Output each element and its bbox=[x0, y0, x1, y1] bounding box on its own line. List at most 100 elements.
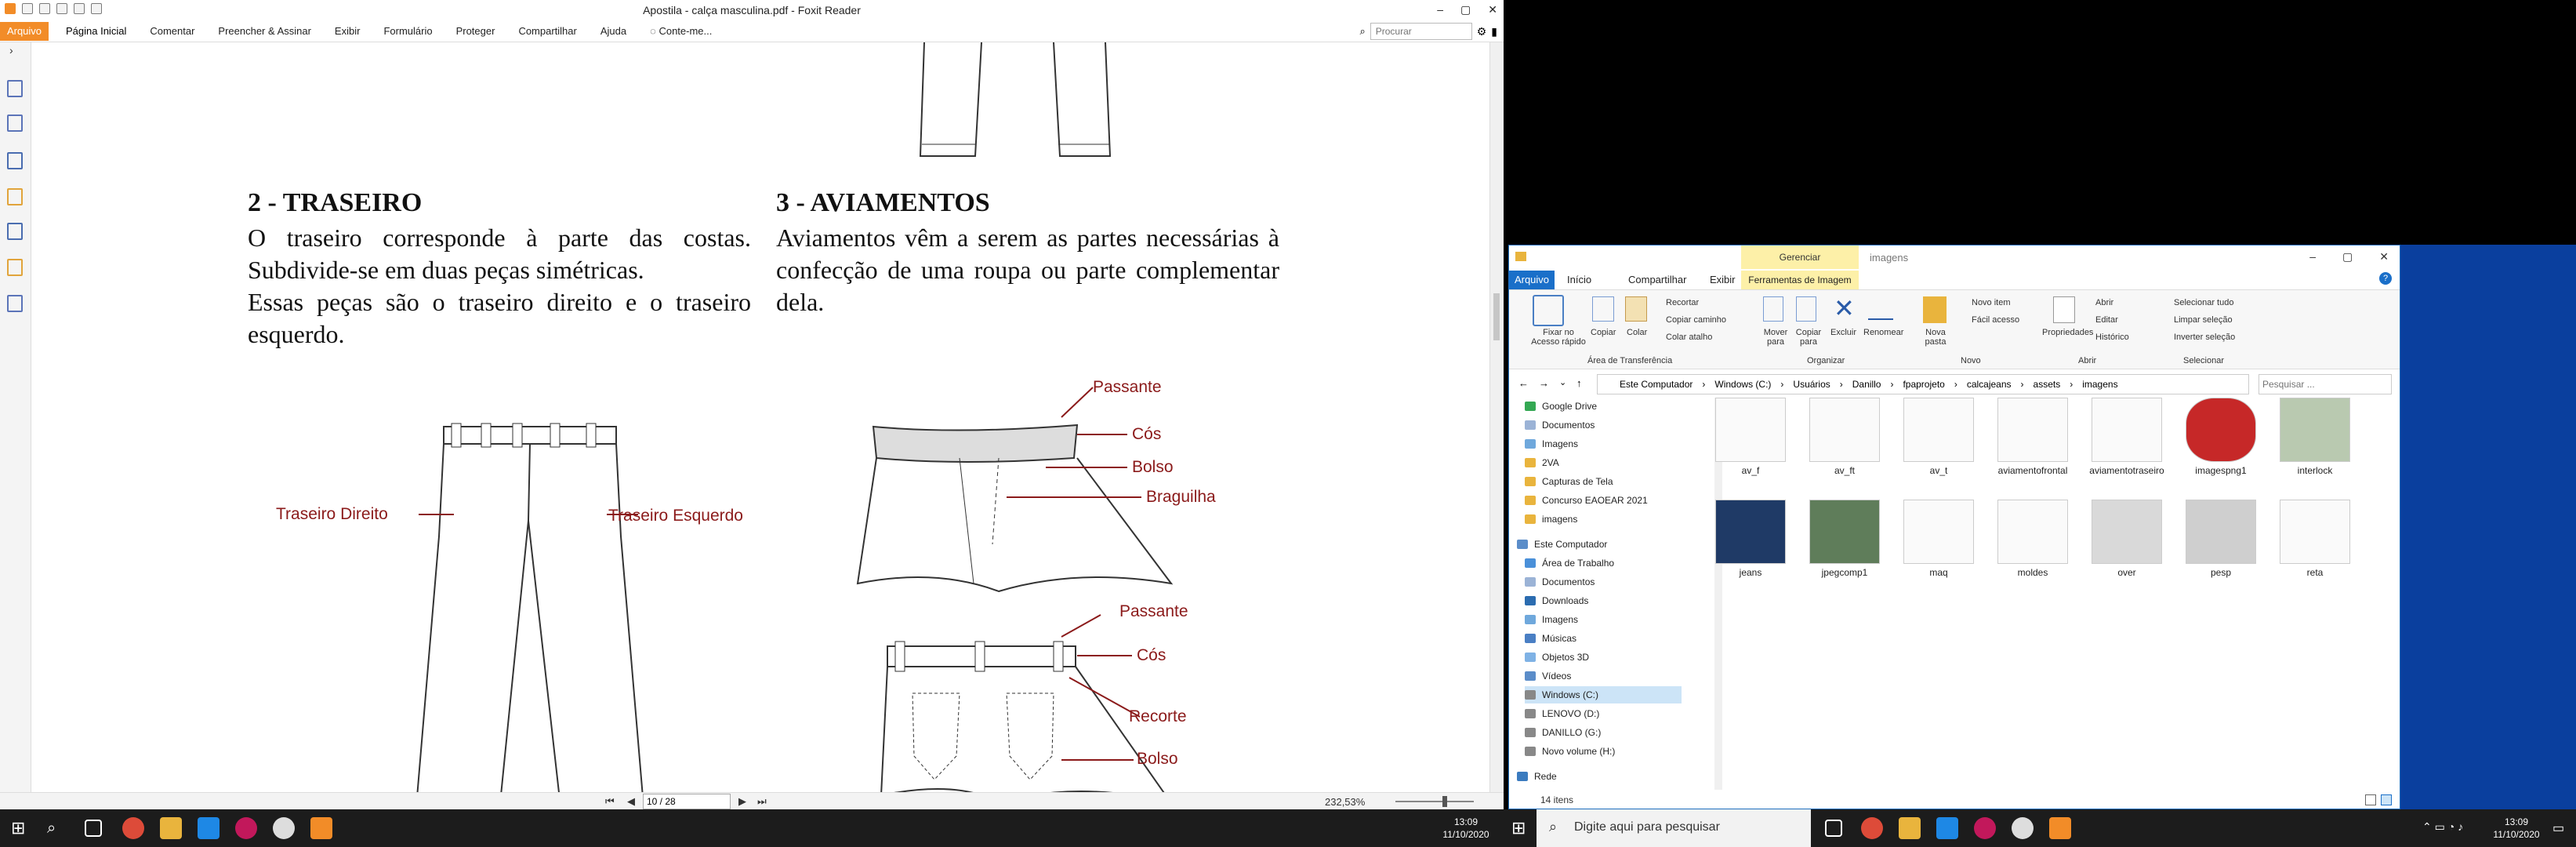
breadcrumb-assets[interactable]: assets bbox=[2034, 379, 2061, 390]
nav-documentos-quick[interactable]: Documentos bbox=[1525, 416, 1595, 434]
nav-network[interactable]: Rede bbox=[1517, 768, 1557, 785]
copy-to-icon[interactable] bbox=[1796, 296, 1816, 322]
user-icon[interactable]: ▮ bbox=[1491, 25, 1497, 38]
minimize-button[interactable]: – bbox=[2309, 250, 2316, 264]
tab-fill-sign[interactable]: Preencher & Assinar bbox=[218, 25, 311, 37]
first-page-button[interactable]: ⏮ bbox=[605, 795, 615, 808]
pages-panel-icon[interactable] bbox=[7, 115, 23, 132]
nav-novo-volume-h[interactable]: Novo volume (H:) bbox=[1525, 743, 1615, 760]
last-page-button[interactable]: ⏭ bbox=[757, 795, 767, 808]
file-item[interactable]: over bbox=[2088, 500, 2166, 579]
copy-button[interactable]: Copiar bbox=[1591, 328, 1616, 337]
foxit-taskbar-icon[interactable] bbox=[2049, 817, 2071, 839]
context-tab-manage[interactable]: Gerenciar bbox=[1741, 245, 1859, 269]
edit-button[interactable]: Editar bbox=[2095, 315, 2118, 325]
foxit-taskbar-icon[interactable] bbox=[310, 817, 332, 839]
expand-panel-icon[interactable]: › bbox=[9, 44, 13, 56]
nav-objetos-3d[interactable]: Objetos 3D bbox=[1525, 649, 1589, 666]
nav-concurso[interactable]: Concurso EAOEAR 2021 bbox=[1525, 492, 1648, 509]
file-item[interactable]: aviamentotraseiro bbox=[2088, 398, 2166, 477]
tab-view[interactable]: Exibir bbox=[1710, 274, 1736, 285]
taskbar-search-box[interactable]: ⌕ Digite aqui para pesquisar bbox=[1537, 809, 1811, 847]
system-tray-icons[interactable]: ⌃ ▭ ◔ ♪ bbox=[2422, 820, 2463, 834]
app-icon[interactable] bbox=[1974, 817, 1996, 839]
tab-home[interactable]: Início bbox=[1567, 274, 1591, 285]
file-item[interactable]: maq bbox=[1899, 500, 1978, 579]
copy-to-button[interactable]: Copiar para bbox=[1791, 328, 1826, 347]
tab-share[interactable]: Compartilhar bbox=[1628, 274, 1686, 285]
security-panel-icon[interactable] bbox=[7, 259, 23, 276]
maximize-button[interactable]: ▢ bbox=[2342, 250, 2353, 264]
file-item[interactable]: moldes bbox=[1994, 500, 2072, 579]
page-number-field[interactable] bbox=[643, 794, 731, 809]
select-none-button[interactable]: Limpar seleção bbox=[2174, 315, 2233, 325]
chrome-icon[interactable] bbox=[122, 817, 144, 839]
comments-panel-icon[interactable] bbox=[7, 188, 23, 205]
nav-lenovo-d[interactable]: LENOVO (D:) bbox=[1525, 705, 1599, 722]
signature-panel-icon[interactable] bbox=[7, 295, 23, 312]
tab-share[interactable]: Compartilhar bbox=[518, 25, 576, 37]
maximize-button[interactable]: ▢ bbox=[1460, 3, 1471, 16]
breadcrumb-usuarios[interactable]: Usuários bbox=[1793, 379, 1830, 390]
paste-shortcut-button[interactable]: Colar atalho bbox=[1666, 333, 1712, 342]
nav-imagens-folder[interactable]: imagens bbox=[1525, 511, 1577, 528]
delete-button[interactable]: Excluir bbox=[1830, 328, 1856, 337]
new-folder-icon[interactable] bbox=[1923, 296, 1947, 323]
back-arrow-icon[interactable]: ← bbox=[1518, 377, 1529, 389]
task-view-icon[interactable] bbox=[85, 820, 102, 837]
copy-path-button[interactable]: Copiar caminho bbox=[1666, 315, 1726, 325]
new-folder-button[interactable]: Nova pasta bbox=[1920, 328, 1951, 347]
nav-imagens-quick[interactable]: Imagens bbox=[1525, 435, 1578, 453]
explorer-search-input[interactable] bbox=[2259, 374, 2392, 394]
tab-picture-tools[interactable]: Ferramentas de Imagem bbox=[1741, 271, 1859, 289]
new-item-button[interactable]: Novo item bbox=[1972, 298, 2011, 307]
search-icon[interactable]: ⌕ bbox=[1359, 25, 1365, 38]
file-item[interactable]: aviamentofrontal bbox=[1994, 398, 2072, 477]
paste-button[interactable]: Colar bbox=[1627, 328, 1647, 337]
file-item[interactable]: av_ft bbox=[1805, 398, 1884, 477]
pin-icon[interactable] bbox=[1533, 295, 1564, 326]
breadcrumb-fpaprojeto[interactable]: fpaprojeto bbox=[1903, 379, 1944, 390]
search-icon[interactable]: ⌕ bbox=[47, 817, 69, 839]
tell-me-field[interactable]: ◌ Conte-me... bbox=[650, 25, 712, 37]
tab-comment[interactable]: Comentar bbox=[150, 25, 194, 37]
nav-2va[interactable]: 2VA bbox=[1525, 454, 1559, 471]
file-explorer-icon[interactable] bbox=[160, 817, 182, 839]
vscode-icon[interactable] bbox=[1936, 817, 1958, 839]
nav-musicas[interactable]: Músicas bbox=[1525, 630, 1576, 647]
search-input[interactable] bbox=[1370, 23, 1472, 40]
notifications-icon[interactable]: ▭ bbox=[2552, 820, 2564, 836]
select-all-button[interactable]: Selecionar tudo bbox=[2174, 298, 2233, 307]
tab-help[interactable]: Ajuda bbox=[600, 25, 626, 37]
forward-arrow-icon[interactable]: → bbox=[1539, 377, 1549, 389]
app-icon-2[interactable] bbox=[273, 817, 295, 839]
cut-button[interactable]: Recortar bbox=[1666, 298, 1699, 307]
move-to-button[interactable]: Mover para bbox=[1758, 328, 1793, 347]
breadcrumb-this-pc[interactable]: Este Computador bbox=[1620, 379, 1693, 390]
zoom-slider[interactable] bbox=[1395, 801, 1474, 802]
tab-protect[interactable]: Proteger bbox=[456, 25, 495, 37]
settings-icon[interactable]: ⚙ bbox=[1477, 25, 1487, 38]
large-icons-view-icon[interactable] bbox=[2381, 794, 2392, 805]
file-item[interactable]: interlock bbox=[2276, 398, 2354, 477]
zoom-slider-handle[interactable] bbox=[1442, 796, 1447, 807]
vscode-icon[interactable] bbox=[198, 817, 220, 839]
breadcrumb-danillo[interactable]: Danillo bbox=[1852, 379, 1881, 390]
rename-icon[interactable] bbox=[1868, 296, 1893, 320]
task-view-icon[interactable] bbox=[1825, 820, 1842, 837]
minimize-button[interactable]: – bbox=[1437, 3, 1443, 16]
nav-imagens[interactable]: Imagens bbox=[1525, 611, 1578, 628]
tab-file[interactable]: Arquivo bbox=[1509, 271, 1555, 289]
start-button-left[interactable]: ⊞ bbox=[11, 817, 33, 839]
address-bar[interactable]: Este Computador › Windows (C:) › Usuários ›… bbox=[1597, 374, 2249, 394]
clock-left[interactable]: 13:09 11/10/2020 bbox=[1435, 816, 1497, 841]
close-button[interactable]: ✕ bbox=[1488, 3, 1497, 16]
tab-home[interactable]: Página Inicial bbox=[66, 25, 126, 37]
file-tab[interactable]: Arquivo bbox=[0, 22, 49, 41]
invert-selection-button[interactable]: Inverter seleção bbox=[2174, 333, 2235, 342]
tab-form[interactable]: Formulário bbox=[383, 25, 432, 37]
file-item[interactable]: jpegcomp1 bbox=[1805, 500, 1884, 579]
nav-this-pc[interactable]: Este Computador bbox=[1517, 536, 1607, 553]
layers-panel-icon[interactable] bbox=[7, 152, 23, 169]
file-explorer-icon[interactable] bbox=[1899, 817, 1921, 839]
